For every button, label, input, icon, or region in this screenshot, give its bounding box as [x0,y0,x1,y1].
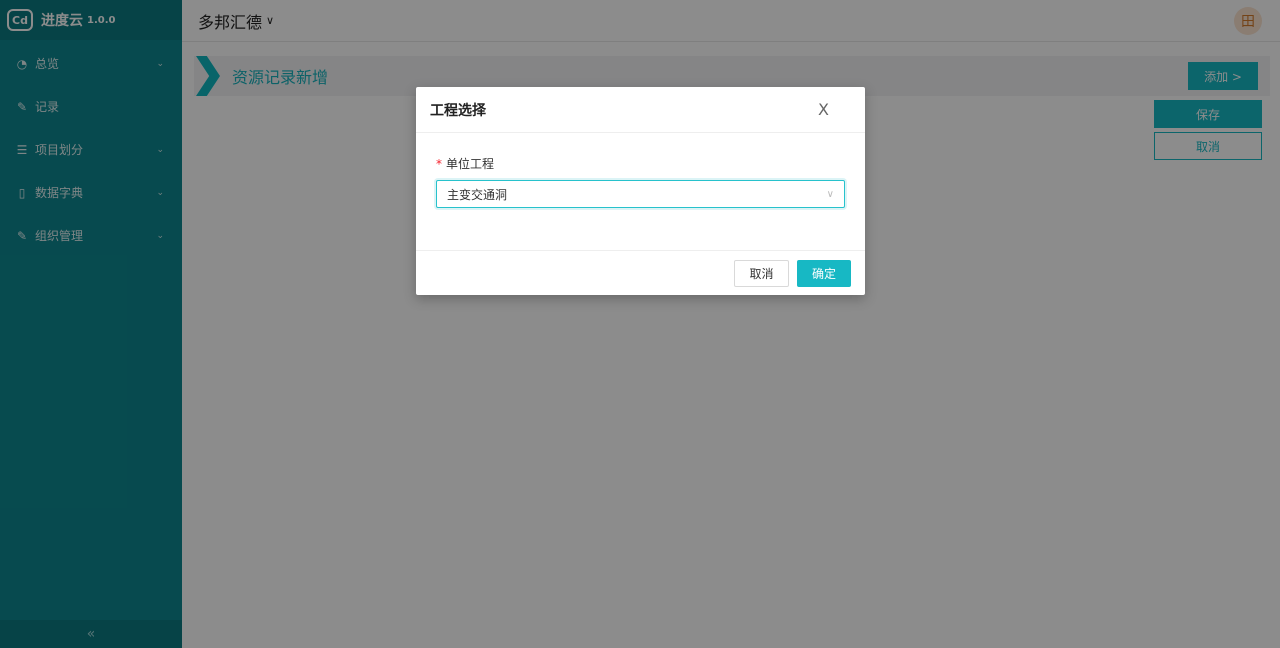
unit-project-select[interactable]: 主变交通洞 ∨ [436,180,845,208]
dialog-footer: 取消 确定 [416,250,865,295]
close-icon[interactable]: X [818,100,829,119]
unit-project-label: * 单位工程 [436,155,845,172]
dialog-cancel-button[interactable]: 取消 [734,259,789,287]
chevron-down-icon: ∨ [826,188,834,200]
project-select-dialog: 工程选择 X * 单位工程 主变交通洞 ∨ 取消 确定 [416,87,865,295]
field-label-text: 单位工程 [446,157,495,171]
dialog-body: * 单位工程 主变交通洞 ∨ [416,133,865,250]
dialog-title: 工程选择 [430,102,486,119]
select-value: 主变交通洞 [447,187,508,202]
dialog-confirm-button[interactable]: 确定 [797,259,851,287]
required-mark: * [436,156,442,171]
dialog-header: 工程选择 X [416,87,865,133]
